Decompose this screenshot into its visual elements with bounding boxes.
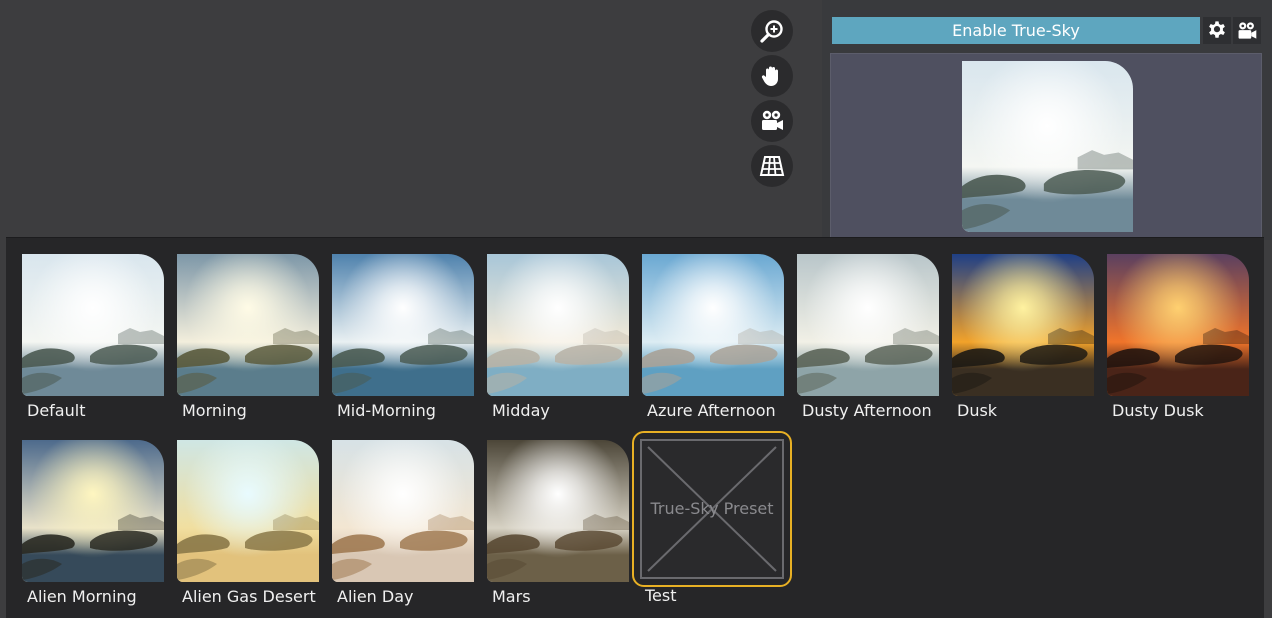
placeholder-text: True-Sky Preset — [650, 499, 774, 518]
preset-label: Azure Afternoon — [647, 401, 776, 420]
preset-tile[interactable]: Mid-Morning — [332, 254, 474, 420]
preset-label-test[interactable]: Test — [640, 586, 677, 605]
preset-label: Default — [27, 401, 86, 420]
preset-label: Mars — [492, 587, 531, 606]
preset-tile[interactable]: Alien Morning — [22, 440, 164, 606]
camera-icon — [762, 110, 783, 130]
preset-label: Alien Day — [337, 587, 414, 606]
sky-scene-icon — [487, 440, 629, 582]
sky-scene-icon — [332, 254, 474, 396]
preset-label: Alien Gas Desert — [182, 587, 316, 606]
preset-thumbnail[interactable] — [797, 254, 939, 396]
camera-icon — [1238, 21, 1257, 39]
grid-icon — [759, 156, 785, 176]
viewport[interactable] — [0, 0, 822, 240]
preset-picker-popup: True-Sky Preset Test Default Morning Mid… — [6, 237, 1264, 618]
preset-thumbnail[interactable] — [1107, 254, 1249, 396]
preset-thumbnail[interactable] — [332, 440, 474, 582]
sky-scene-icon — [952, 254, 1094, 396]
preset-tile[interactable]: Dusk — [952, 254, 1094, 420]
preset-thumbnail[interactable] — [642, 254, 784, 396]
preset-tile[interactable]: Alien Day — [332, 440, 474, 606]
preset-thumbnail[interactable] — [332, 254, 474, 396]
enable-true-sky-button[interactable]: Enable True-Sky — [832, 17, 1200, 44]
preset-label: Mid-Morning — [337, 401, 436, 420]
settings-button[interactable] — [1203, 17, 1231, 44]
current-sky-preview — [830, 53, 1262, 240]
preset-label: Alien Morning — [27, 587, 137, 606]
preset-tile[interactable]: Mars — [487, 440, 629, 606]
grid-tool-button[interactable] — [751, 145, 793, 187]
preset-thumbnail[interactable] — [952, 254, 1094, 396]
sky-scene-icon — [487, 254, 629, 396]
zoom-in-icon — [760, 20, 783, 43]
camera-tool-button[interactable] — [751, 100, 793, 142]
preset-tile[interactable]: Morning — [177, 254, 319, 420]
gear-icon — [1209, 20, 1225, 38]
sky-scene-icon — [962, 61, 1133, 232]
camera-button[interactable] — [1233, 17, 1261, 44]
true-sky-panel: Enable True-Sky — [822, 0, 1272, 240]
preset-label: Dusty Dusk — [1112, 401, 1204, 420]
preset-tile[interactable]: Alien Gas Desert — [177, 440, 319, 606]
preset-tile[interactable]: Midday — [487, 254, 629, 420]
sky-scene-icon — [332, 440, 474, 582]
preset-thumbnail[interactable] — [487, 440, 629, 582]
preset-thumbnail[interactable] — [177, 254, 319, 396]
zoom-tool-button[interactable] — [751, 10, 793, 52]
preset-label: Dusty Afternoon — [802, 401, 932, 420]
sky-scene-icon — [1107, 254, 1249, 396]
preset-tile[interactable]: Default — [22, 254, 164, 420]
sky-scene-icon — [642, 254, 784, 396]
pan-tool-button[interactable] — [751, 55, 793, 97]
preset-tile[interactable]: Dusty Afternoon — [797, 254, 939, 420]
preset-thumbnail[interactable] — [487, 254, 629, 396]
sky-scene-icon — [797, 254, 939, 396]
preview-thumbnail — [962, 61, 1133, 232]
sky-scene-icon — [22, 440, 164, 582]
pan-hand-icon — [761, 66, 778, 86]
sky-scene-icon — [177, 254, 319, 396]
preset-thumbnail[interactable] — [22, 254, 164, 396]
preset-tile[interactable]: Dusty Dusk — [1107, 254, 1249, 420]
sky-scene-icon — [22, 254, 164, 396]
sky-scene-icon — [177, 440, 319, 582]
preset-label: Morning — [182, 401, 247, 420]
preset-tile[interactable]: Azure Afternoon — [642, 254, 784, 420]
preset-placeholder-thumbnail[interactable]: True-Sky Preset — [640, 439, 784, 579]
preset-label: Dusk — [957, 401, 998, 420]
preset-label: Midday — [492, 401, 550, 420]
preset-thumbnail[interactable] — [177, 440, 319, 582]
preset-thumbnail[interactable] — [22, 440, 164, 582]
